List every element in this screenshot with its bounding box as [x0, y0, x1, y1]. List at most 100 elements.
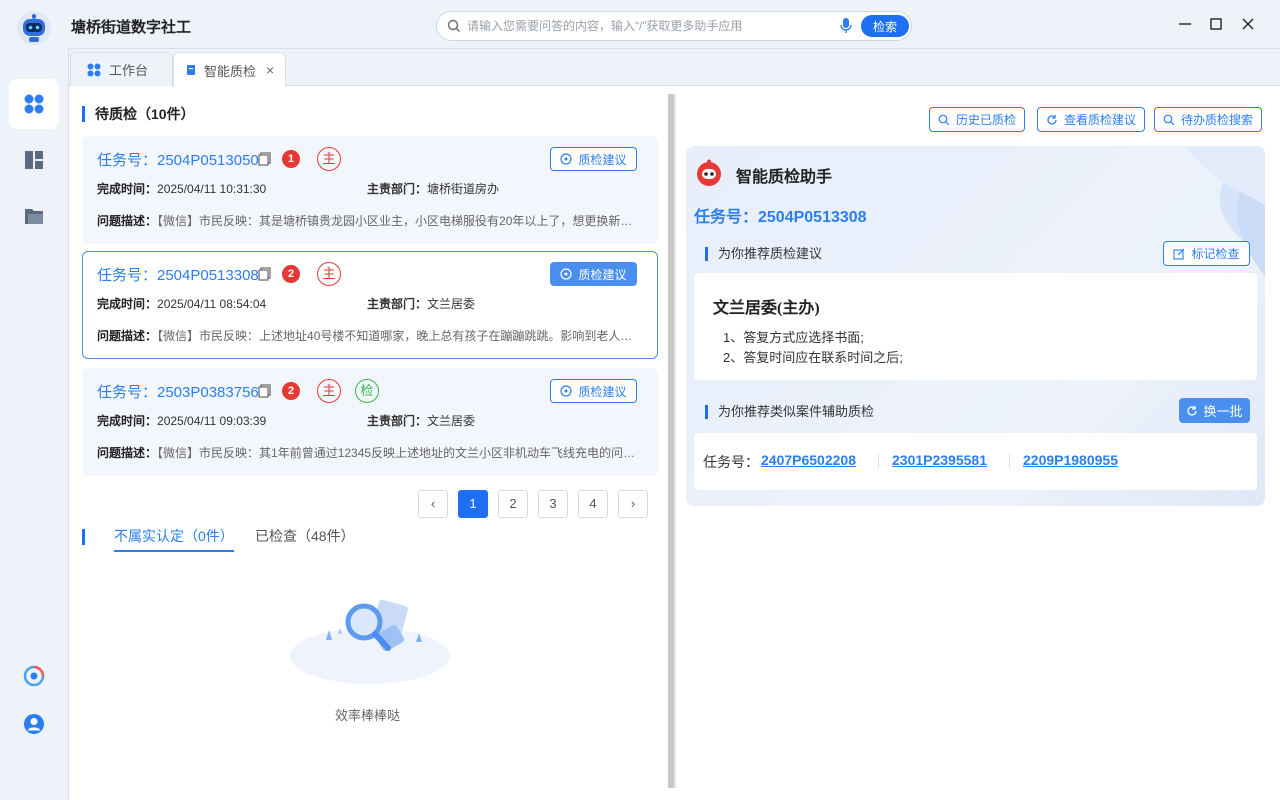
task-card-1[interactable]: 任务号：2504P0513050 1 主 质检建议 完成时间：2025/04/1… — [82, 136, 658, 244]
search-input[interactable] — [467, 17, 827, 35]
subtab-marker — [82, 529, 85, 545]
assistant-logo-icon — [23, 665, 45, 687]
tab-workbench[interactable]: 工作台 — [70, 52, 173, 86]
qa-suggestion-label: 质检建议 — [578, 267, 627, 282]
close-window-icon[interactable] — [1239, 15, 1257, 33]
pending-search-button[interactable]: 待办质检搜索 — [1154, 107, 1263, 132]
recommend-title: 为你推荐质检建议 — [705, 247, 822, 261]
search-button[interactable]: 检索 — [861, 15, 909, 37]
problem-desc: 问题描述：【微信】市民反映：其是塘桥镇贵龙园小区业主，小区电梯服役有20年以上了… — [97, 214, 642, 228]
count-badge: 2 — [282, 265, 300, 283]
task-card-3[interactable]: 任务号：2503P0383756 2 主 检 质检建议 完成时间：2025/04… — [82, 368, 658, 476]
similar-case-link-3[interactable]: 2209P1980955 — [1023, 452, 1118, 468]
rail-folder[interactable] — [9, 191, 59, 241]
doc-icon — [187, 65, 195, 75]
check-badge: 检 — [355, 379, 379, 403]
refresh-batch-button[interactable]: 换一批 — [1179, 398, 1250, 423]
assistant-task-id: 任务号：2504P0513308 — [694, 209, 867, 226]
similar-label: 任务号： — [703, 454, 759, 470]
mark-check-label: 标记检查 — [1191, 247, 1240, 261]
rail-profile[interactable] — [9, 699, 59, 749]
refresh-batch-label: 换一批 — [1203, 404, 1243, 419]
search-icon — [447, 19, 460, 32]
search-icon — [938, 114, 950, 125]
main-dept: 主责部门：塘桥街道房办 — [367, 182, 500, 196]
target-icon — [560, 268, 573, 280]
rail-assistant[interactable] — [9, 651, 59, 701]
task-id[interactable]: 任务号：2504P0513050 — [97, 149, 259, 170]
user-avatar-icon — [24, 714, 44, 734]
qa-suggestion-button[interactable]: 质检建议 — [550, 379, 637, 403]
qa-suggestion-label: 质检建议 — [578, 384, 627, 399]
history-checked-button[interactable]: 历史已质检 — [929, 107, 1026, 132]
page-1-button[interactable]: 1 — [458, 490, 488, 518]
main-dept: 主责部门：文兰居委 — [367, 414, 476, 428]
tab-smart-qa-label: 智能质检 — [204, 63, 257, 79]
rail-dashboard[interactable] — [9, 135, 59, 185]
dashboard-icon — [25, 151, 43, 169]
mark-check-button[interactable]: 标记检查 — [1163, 241, 1250, 266]
count-badge: 1 — [282, 150, 300, 168]
refresh-icon — [1047, 114, 1057, 125]
minimize-icon[interactable] — [1176, 15, 1194, 33]
target-icon — [560, 385, 573, 397]
finish-time: 完成时间：2025/04/11 08:54:04 — [97, 297, 267, 311]
similar-title: 为你推荐类似案件辅助质检 — [705, 405, 874, 419]
history-checked-label: 历史已质检 — [956, 113, 1017, 127]
main-badge: 主 — [317, 379, 341, 403]
suggestion-item-2: 2、答复时间应在联系时间之后; — [723, 350, 903, 365]
folder-icon — [25, 209, 43, 224]
qa-suggestion-button[interactable]: 质检建议 — [550, 147, 637, 171]
suggestion-item-1: 1、答复方式应选择书面; — [723, 330, 864, 345]
problem-desc: 问题描述：【微信】市民反映：其1年前曾通过12345反映上述地址的文兰小区非机动… — [97, 446, 642, 460]
subtab-checked[interactable]: 已检查（48件） — [255, 526, 355, 546]
finish-time: 完成时间：2025/04/11 10:31:30 — [97, 182, 267, 196]
subtab-not-true[interactable]: 不属实认定（0件） — [114, 526, 234, 552]
tab-smart-qa[interactable]: 智能质检 × — [173, 52, 286, 87]
page-4-button[interactable]: 4 — [578, 490, 608, 518]
assistant-title: 智能质检助手 — [736, 169, 833, 186]
title-bar: 塘桥街道数字社工 检索 — [0, 0, 1280, 52]
suggestion-box: 文兰居委(主办) 1、答复方式应选择书面; 2、答复时间应在联系时间之后; — [694, 273, 1257, 380]
copy-icon[interactable] — [258, 384, 271, 398]
task-id[interactable]: 任务号：2503P0383756 — [97, 381, 259, 402]
similar-case-link-2[interactable]: 2301P2395581 — [892, 452, 987, 468]
maximize-icon[interactable] — [1207, 15, 1225, 33]
suggestion-org: 文兰居委(主办) — [713, 300, 820, 317]
empty-text: 效率棒棒哒 — [335, 708, 401, 723]
robot-logo-icon — [17, 11, 51, 45]
grid-icon — [87, 63, 101, 76]
left-rail — [0, 52, 68, 800]
page-3-button[interactable]: 3 — [538, 490, 568, 518]
task-id[interactable]: 任务号：2504P0513308 — [97, 264, 259, 285]
qa-suggestion-button[interactable]: 质检建议 — [550, 262, 637, 286]
next-page-button[interactable]: › — [618, 490, 648, 518]
copy-icon[interactable] — [258, 152, 271, 166]
edit-icon — [1173, 248, 1185, 260]
problem-desc: 问题描述：【微信】市民反映：上述地址40号楼不知道哪家，晚上总有孩子在蹦蹦跳跳。… — [97, 329, 642, 343]
view-suggestion-label: 查看质检建议 — [1064, 113, 1137, 127]
search-box[interactable]: 检索 — [436, 11, 912, 41]
qa-suggestion-label: 质检建议 — [578, 152, 627, 167]
panel-divider — [674, 94, 676, 788]
task-card-2[interactable]: 任务号：2504P0513308 2 主 质检建议 完成时间：2025/04/1… — [82, 251, 658, 359]
close-tab-icon[interactable]: × — [266, 62, 274, 78]
tab-bar: 工作台 智能质检 × — [69, 49, 1280, 87]
separator — [878, 453, 879, 469]
search-icon — [1163, 114, 1175, 125]
finish-time: 完成时间：2025/04/11 09:03:39 — [97, 414, 267, 428]
app-title: 塘桥街道数字社工 — [71, 19, 192, 36]
count-badge: 2 — [282, 382, 300, 400]
page-2-button[interactable]: 2 — [498, 490, 528, 518]
qa-assistant-panel: 智能质检助手 任务号：2504P0513308 为你推荐质检建议 标记检查 文兰… — [686, 146, 1265, 506]
similar-cases-box: 任务号： 2407P6502208 2301P2395581 2209P1980… — [694, 433, 1257, 490]
tab-workbench-label: 工作台 — [109, 63, 149, 78]
microphone-icon[interactable] — [839, 17, 853, 35]
copy-icon[interactable] — [258, 267, 271, 281]
view-suggestion-button[interactable]: 查看质检建议 — [1037, 107, 1146, 132]
main-badge: 主 — [317, 147, 341, 171]
pending-title: 待质检（10件） — [82, 106, 195, 122]
rail-apps[interactable] — [9, 79, 59, 129]
prev-page-button[interactable]: ‹ — [418, 490, 448, 518]
similar-case-link-1[interactable]: 2407P6502208 — [761, 452, 856, 468]
